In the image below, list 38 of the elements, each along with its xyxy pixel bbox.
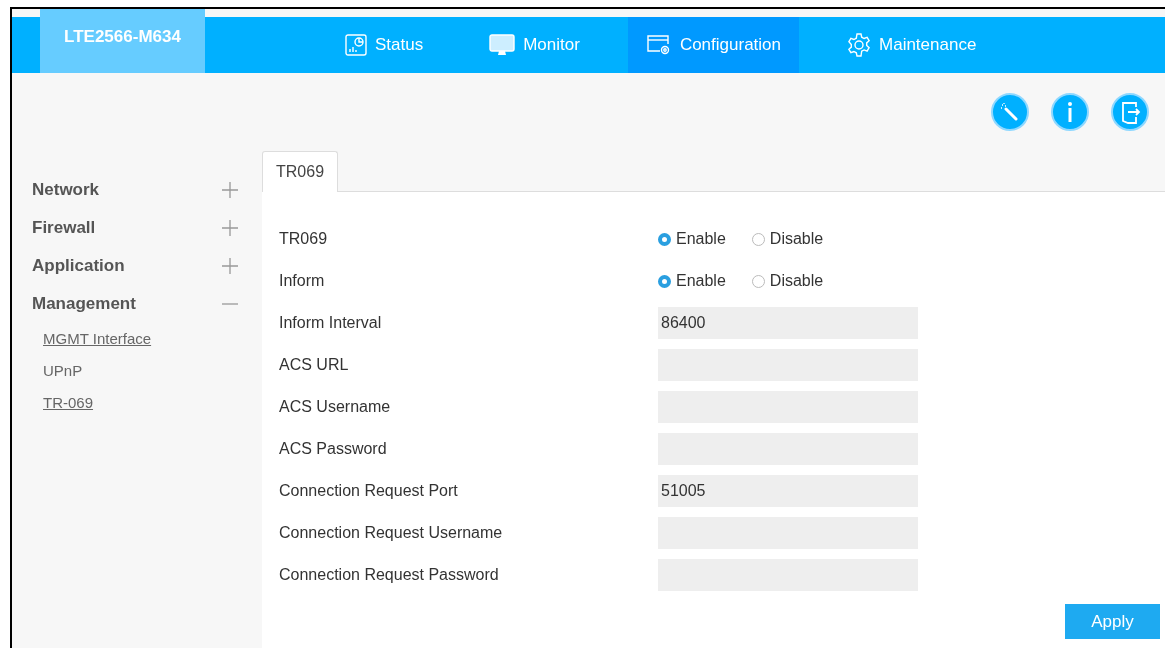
radio-button[interactable] xyxy=(751,232,765,246)
radio-button[interactable] xyxy=(751,274,765,288)
field-label: ACS Password xyxy=(279,440,388,458)
radio-label[interactable]: Disable xyxy=(769,230,824,248)
field-label: Connection Request Username xyxy=(279,524,504,542)
radio-label[interactable]: Enable xyxy=(676,230,726,248)
radio-label[interactable]: Disable xyxy=(769,272,824,290)
menu-item[interactable]: Firewall xyxy=(32,218,96,238)
menu-item[interactable]: Network xyxy=(32,180,100,200)
submenu-link[interactable]: MGMT Interface xyxy=(43,323,152,355)
submenu-link[interactable]: UPnP xyxy=(43,355,83,387)
radio-button[interactable] xyxy=(658,274,671,288)
logout-icon[interactable] xyxy=(1111,93,1149,131)
input-field[interactable]: 86400 xyxy=(658,307,918,339)
field-label: TR069 xyxy=(279,230,329,248)
plus-icon[interactable] xyxy=(222,220,238,236)
field-label: Connection Request Password xyxy=(279,566,500,584)
tab[interactable]: TR069 xyxy=(262,151,339,192)
wand-icon[interactable] xyxy=(991,93,1029,131)
chart-icon xyxy=(345,34,367,56)
monitor-icon xyxy=(489,34,516,56)
gear-icon xyxy=(847,33,871,57)
input-field[interactable]: 51005 xyxy=(658,475,918,507)
plus-icon[interactable] xyxy=(222,182,238,198)
field-label: Connection Request Port xyxy=(279,482,459,500)
info-icon[interactable] xyxy=(1051,93,1089,131)
menu-item[interactable]: Application xyxy=(32,256,125,276)
field-label: ACS URL xyxy=(279,356,350,374)
field-label: Inform Interval xyxy=(279,314,383,332)
window-gear-icon xyxy=(645,34,672,56)
plus-icon[interactable] xyxy=(222,258,238,274)
device-name: LTE2566-M634 xyxy=(40,9,205,73)
field-label: ACS Username xyxy=(279,398,392,416)
submenu-link[interactable]: TR-069 xyxy=(43,387,94,419)
menu-item[interactable]: Management xyxy=(32,294,136,314)
radio-button[interactable] xyxy=(658,232,671,246)
field-label: Inform xyxy=(279,272,326,290)
radio-label[interactable]: Enable xyxy=(676,272,726,290)
